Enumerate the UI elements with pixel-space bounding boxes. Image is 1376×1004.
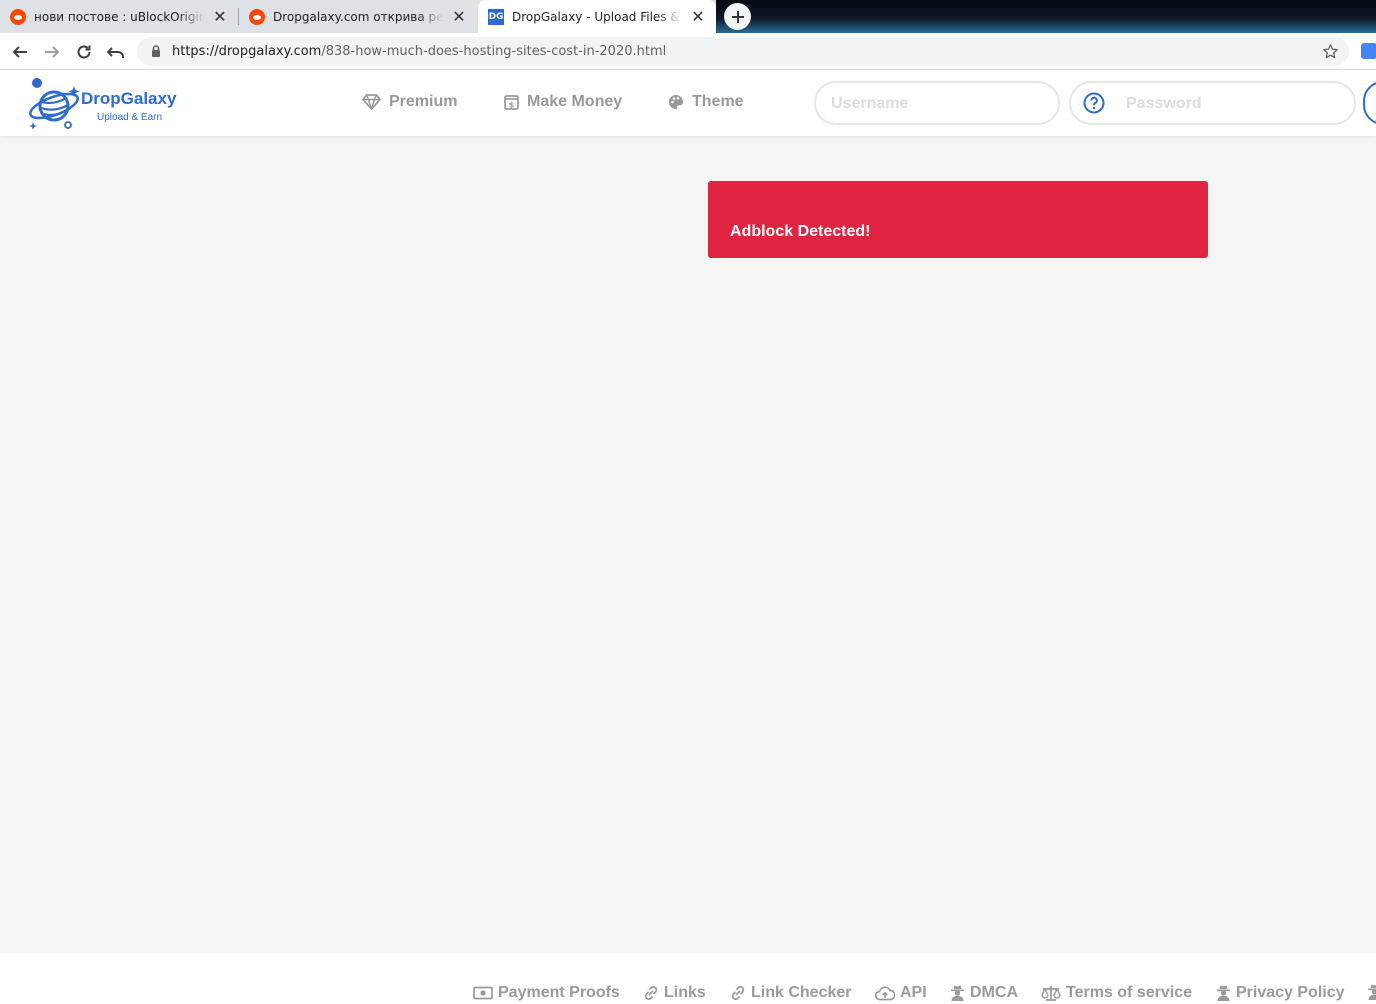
- footer-link-overflow[interactable]: [1367, 984, 1376, 1000]
- money-icon: $: [504, 95, 519, 110]
- footer-link-label: Link Checker: [751, 984, 852, 1001]
- undo-icon: [107, 47, 124, 58]
- footer-link-label: Terms of service: [1066, 984, 1192, 1001]
- gem-icon: [362, 94, 381, 110]
- reddit-icon: [249, 8, 265, 25]
- footer-link-link-checker[interactable]: Link Checker: [730, 984, 851, 1002]
- translate-extension-icon[interactable]: [1361, 43, 1376, 59]
- browser-tab-dropgalaxy-reddit[interactable]: Dropgalaxy.com открива реклам ✕: [239, 0, 477, 33]
- tab-strip-background: [716, 0, 1376, 33]
- plus-icon: [731, 10, 744, 23]
- site-logo[interactable]: DropGalaxy Upload & Earn: [28, 76, 188, 132]
- nav-theme[interactable]: Theme: [668, 88, 744, 116]
- footer-link-privacy[interactable]: Privacy Policy: [1216, 984, 1345, 1002]
- star-icon[interactable]: [1322, 43, 1339, 60]
- footer-link-dmca[interactable]: DMCA: [950, 984, 1018, 1002]
- site-footer: Payment Proofs Links Link Checker API DM…: [0, 953, 1376, 1004]
- browser-tab-dropgalaxy[interactable]: DG DropGalaxy - Upload Files & Earn ✕: [478, 0, 716, 33]
- footer-link-label: Links: [664, 984, 706, 1001]
- footer-link-links[interactable]: Links: [643, 984, 706, 1002]
- password-input[interactable]: [1126, 94, 1336, 114]
- url-host: https://dropgalaxy.com: [172, 44, 322, 59]
- arrow-right-icon: [45, 46, 60, 58]
- reload-button[interactable]: [71, 39, 97, 65]
- link-icon: [731, 986, 745, 1000]
- footer-link-label: Privacy Policy: [1236, 984, 1345, 1001]
- close-icon[interactable]: ✕: [212, 9, 228, 26]
- back-button[interactable]: [7, 39, 33, 65]
- svg-text:$: $: [509, 100, 515, 109]
- site-header: DropGalaxy Upload & Earn Premium $ Make …: [0, 70, 1376, 136]
- tab-title: DropGalaxy - Upload Files & Earn: [512, 9, 682, 24]
- browser-tab-strip: нови постове : uBlockOrigin ✕ Dropgalaxy…: [0, 0, 1376, 33]
- close-icon[interactable]: ✕: [690, 9, 706, 26]
- footer-link-api[interactable]: API: [875, 984, 927, 1002]
- nav-make-money-label: Make Money: [527, 93, 623, 110]
- address-bar[interactable]: https://dropgalaxy.com/838-how-much-does…: [137, 37, 1349, 66]
- tab-title: нови постове : uBlockOrigin: [34, 9, 204, 24]
- palette-icon: [669, 95, 683, 109]
- nav-premium-label: Premium: [389, 93, 458, 110]
- nav-make-money[interactable]: $ Make Money: [504, 88, 622, 116]
- question-circle-icon[interactable]: [1083, 92, 1105, 114]
- reddit-icon: [10, 8, 26, 25]
- password-field[interactable]: [1069, 81, 1356, 125]
- nav-theme-label: Theme: [692, 93, 744, 110]
- url-path: /838-how-much-does-hosting-sites-cost-in…: [321, 44, 667, 59]
- undo-button[interactable]: [103, 39, 129, 65]
- user-secret-icon: [1217, 985, 1230, 1001]
- adblock-alert-text: Adblock Detected!: [730, 223, 871, 240]
- dropgalaxy-icon: DG: [488, 8, 504, 25]
- nav-premium[interactable]: Premium: [362, 88, 457, 116]
- reload-icon: [77, 45, 91, 59]
- url-text: https://dropgalaxy.com/838-how-much-does…: [172, 44, 666, 59]
- footer-link-label: Payment Proofs: [498, 984, 620, 1001]
- new-tab-button[interactable]: [724, 3, 751, 30]
- username-field[interactable]: [814, 81, 1060, 125]
- cloud-upload-icon: [875, 985, 895, 1000]
- brand-tagline: Upload & Earn: [97, 112, 163, 123]
- close-icon[interactable]: ✕: [451, 9, 467, 26]
- money-bill-icon: [473, 986, 493, 1000]
- footer-link-label: DMCA: [970, 984, 1018, 1001]
- forward-button[interactable]: [39, 39, 65, 65]
- arrow-left-icon: [12, 46, 27, 58]
- footer-link-label: API: [900, 984, 927, 1001]
- browser-tab-ublock[interactable]: нови постове : uBlockOrigin ✕: [0, 0, 238, 33]
- username-input[interactable]: [831, 94, 1041, 114]
- tab-title: Dropgalaxy.com открива реклам: [273, 9, 443, 24]
- planet-logo-icon: [29, 78, 80, 130]
- browser-toolbar: https://dropgalaxy.com/838-how-much-does…: [0, 33, 1376, 70]
- adblock-alert: Adblock Detected!: [708, 181, 1208, 258]
- user-secret-icon: [951, 985, 964, 1001]
- user-secret-icon: [1368, 984, 1376, 1000]
- balance-scale-icon: [1041, 986, 1061, 1001]
- footer-link-terms[interactable]: Terms of service: [1041, 984, 1192, 1002]
- lock-icon: [152, 45, 160, 57]
- brand-name: DropGalaxy: [81, 89, 177, 108]
- footer-link-payment-proofs[interactable]: Payment Proofs: [473, 984, 620, 1002]
- link-icon: [644, 986, 658, 1000]
